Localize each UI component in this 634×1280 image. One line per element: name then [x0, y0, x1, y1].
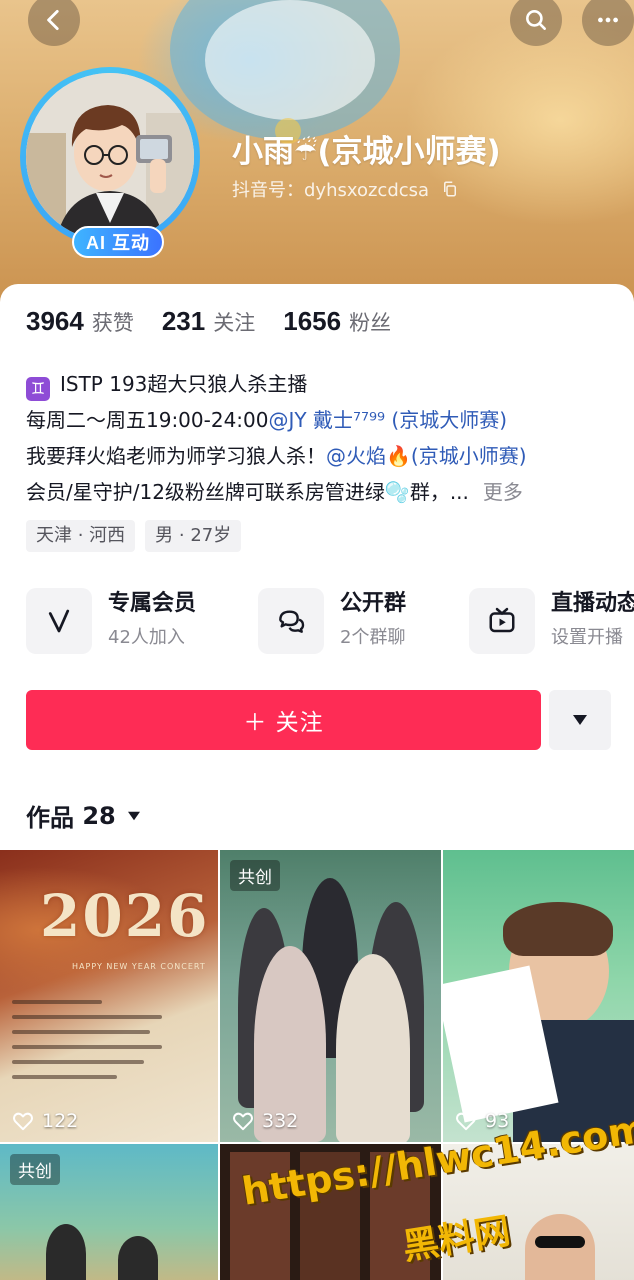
cover-sunglasses — [535, 1236, 585, 1248]
like-count-value: 122 — [42, 1110, 79, 1132]
chevron-left-icon — [47, 9, 59, 31]
stat-value: 3964 — [26, 306, 84, 336]
caret-down-icon — [127, 811, 140, 820]
video-tile[interactable]: 共创 — [0, 1144, 218, 1280]
works-label: 作品 — [26, 804, 74, 832]
stat-label: 关注 — [213, 311, 256, 335]
feature-subtitle: 42人加入 — [108, 627, 185, 648]
cover-figure — [336, 954, 410, 1142]
copy-icon[interactable] — [441, 180, 459, 203]
gender-age-tag: 男 · 27岁 — [145, 520, 242, 552]
co-create-badge: 共创 — [230, 860, 280, 891]
gemini-icon: ♊ — [26, 377, 50, 401]
nickname-suffix: (京城小师赛) — [317, 134, 501, 170]
tv-icon — [469, 588, 535, 654]
stat-following[interactable]: 231 关注 — [162, 306, 255, 337]
feature-row: 专属会员 42人加入 公开群 2个群聊 直播动态 设置开播 — [26, 586, 634, 656]
stat-label: 获赞 — [91, 311, 134, 335]
more-dots-icon — [598, 17, 618, 23]
feature-title: 直播动态 — [551, 591, 634, 616]
ai-interaction-badge[interactable]: AI 互动 — [72, 226, 164, 258]
feature-subtitle: 2个群聊 — [340, 627, 406, 648]
search-icon — [526, 10, 546, 30]
video-cover-subtext: HAPPY NEW YEAR CONCERT — [72, 962, 206, 971]
profile-tags: 天津 · 河西 男 · 27岁 — [26, 520, 251, 552]
like-count: 122 — [12, 1110, 78, 1132]
co-create-badge: 共创 — [10, 1154, 60, 1185]
banner-artwork-face — [205, 0, 375, 120]
location-tag: 天津 · 河西 — [26, 520, 136, 552]
feature-subtitle: 设置开播 — [551, 627, 623, 648]
bio-text: 我要拜火焰老师为师学习狼人杀！ — [26, 444, 326, 468]
douyin-id[interactable]: 抖音号：dyhsxozcdcsa — [232, 176, 459, 203]
heart-icon — [233, 1112, 253, 1131]
stat-value: 1656 — [283, 306, 342, 336]
bio-text: 每周二～周五19:00-24:00 — [26, 408, 269, 432]
follow-button[interactable]: ＋ 关注 — [26, 690, 541, 750]
like-count: 332 — [232, 1110, 298, 1132]
profile-bio[interactable]: ♊ ISTP 193超大只狼人杀主播 每周二～周五19:00-24:00@JY 戴… — [26, 366, 626, 510]
bio-more-link[interactable]: 更多 — [483, 480, 523, 504]
bio-mention-link[interactable]: @火焰🔥(京城小师赛) — [326, 444, 527, 468]
video-tile[interactable]: 2026 HAPPY NEW YEAR CONCERT 122 — [0, 850, 218, 1142]
video-cover-text: 2026 — [40, 882, 210, 950]
bio-text: 会员/星守护/12级粉丝牌可联系房管进绿🫧群，... — [26, 480, 469, 504]
avatar[interactable] — [20, 67, 200, 247]
profile-nickname: 小雨☔(京城小师赛) — [232, 126, 501, 171]
umbrella-icon: ☔ — [294, 137, 318, 167]
douyin-id-value: dyhsxozcdcsa — [304, 180, 430, 201]
bio-line-2: 每周二～周五19:00-24:00@JY 戴士⁷⁷⁹⁹ (京城大师赛) — [26, 402, 626, 438]
douyin-id-label: 抖音号： — [232, 180, 304, 201]
bio-line-1: ♊ ISTP 193超大只狼人杀主播 — [26, 366, 626, 402]
stat-label: 粉丝 — [349, 311, 392, 335]
video-tile[interactable]: 共创 332 — [220, 850, 441, 1142]
video-cover-letter — [12, 1000, 162, 1090]
bio-mention-link[interactable]: @JY 戴士⁷⁷⁹⁹ (京城大师赛) — [269, 408, 508, 432]
feature-title: 公开群 — [340, 591, 407, 616]
bio-line-3: 我要拜火焰老师为师学习狼人杀！@火焰🔥(京城小师赛) — [26, 438, 626, 474]
avatar-illustration — [26, 73, 194, 241]
stat-value: 231 — [161, 306, 206, 336]
caret-down-icon — [573, 715, 587, 725]
recommend-dropdown-button[interactable] — [549, 690, 611, 750]
feature-public-group[interactable]: 公开群 2个群聊 — [258, 586, 406, 656]
works-count: 28 — [82, 801, 116, 830]
chat-icon — [258, 588, 324, 654]
cover-figure — [118, 1236, 158, 1280]
feature-title: 专属会员 — [108, 591, 197, 616]
video-tile[interactable]: 93 — [443, 850, 634, 1142]
heart-icon — [13, 1112, 33, 1131]
stat-followers[interactable]: 1656 粉丝 — [283, 306, 391, 337]
bio-text: ISTP 193超大只狼人杀主播 — [60, 372, 308, 396]
works-tab[interactable]: 作品 28 — [26, 798, 142, 833]
stats-row: 3964 获赞 231 关注 1656 粉丝 — [26, 306, 419, 337]
like-count-value: 332 — [262, 1110, 299, 1132]
stat-likes[interactable]: 3964 获赞 — [26, 306, 134, 337]
heart-icon — [456, 1112, 476, 1131]
bio-line-4: 会员/星守护/12级粉丝牌可联系房管进绿🫧群，... 更多 — [26, 474, 626, 510]
feature-membership[interactable]: 专属会员 42人加入 — [26, 586, 196, 656]
v-icon — [26, 588, 92, 654]
nickname-text: 小雨 — [232, 134, 294, 170]
cover-figure — [46, 1224, 86, 1280]
cover-figure — [503, 902, 613, 956]
feature-live[interactable]: 直播动态 设置开播 — [469, 586, 634, 656]
